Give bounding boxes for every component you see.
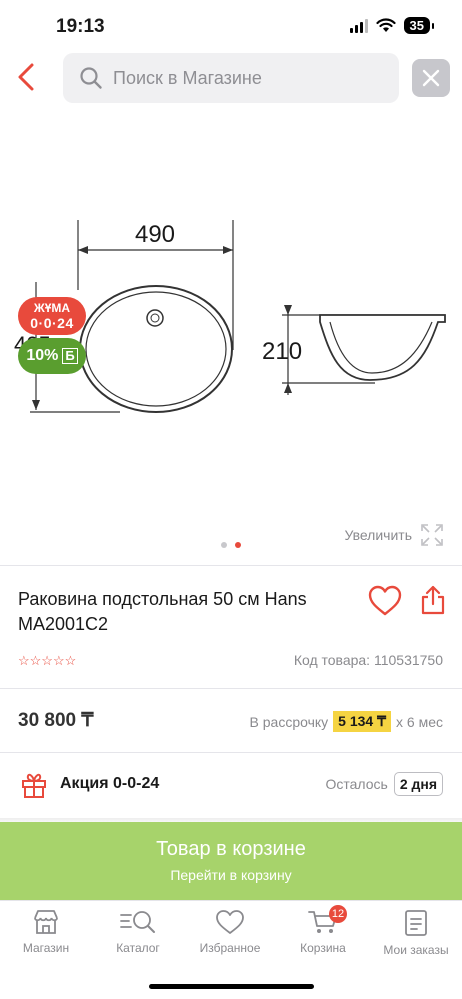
heart-icon [368, 585, 402, 616]
dimension-height-label: 210 [262, 338, 302, 365]
installment-amount: 5 134 ₸ [333, 711, 392, 732]
remaining-prefix: Осталось [325, 776, 388, 792]
divider [0, 688, 462, 689]
divider [0, 565, 462, 566]
tab-orders-label: Мои заказы [383, 943, 449, 957]
rating-stars-text: ☆☆☆☆☆ [18, 653, 77, 668]
back-button[interactable] [12, 59, 42, 95]
heart-icon [216, 910, 244, 934]
search-icon [80, 67, 102, 89]
tab-orders[interactable]: Мои заказы [370, 909, 462, 957]
pagination-dot[interactable] [221, 542, 227, 548]
tab-cart[interactable]: 12 Корзина [277, 905, 369, 955]
catalog-search-icon [120, 911, 155, 933]
dimension-width-label: 490 [135, 221, 175, 248]
tab-cart-label: Корзина [300, 941, 346, 955]
installment-info[interactable]: В рассрочку 5 134 ₸ х 6 мес [250, 711, 443, 732]
home-indicator [149, 984, 314, 989]
juma-badge-line2: 0·0·24 [30, 315, 74, 331]
tab-catalog-label: Каталог [116, 941, 160, 955]
cellular-signal-icon [349, 18, 368, 33]
zoom-label: Увеличить [344, 527, 412, 543]
clear-search-button[interactable] [412, 59, 450, 97]
cart-button-subtitle: Перейти в корзину [170, 867, 292, 883]
remaining-days: 2 дня [393, 772, 443, 796]
share-button[interactable] [420, 584, 446, 616]
tab-favorites[interactable]: Избранное [184, 909, 276, 955]
close-icon [422, 69, 440, 87]
tab-shop-label: Магазин [22, 941, 70, 955]
rating-stars[interactable]: ☆☆☆☆☆ [18, 653, 76, 669]
chevron-left-icon [18, 63, 34, 91]
bonus-currency-icon: Б [62, 347, 78, 365]
promo-label[interactable]: Акция 0-0-24 [60, 775, 159, 793]
promo-remaining: Осталось 2 дня [325, 772, 443, 796]
cart-count-badge: 12 [329, 905, 347, 923]
product-code: Код товара: 110531750 [293, 652, 443, 668]
product-price: 30 800 ₸ [18, 710, 94, 731]
divider [0, 752, 462, 753]
favorite-button[interactable] [368, 585, 402, 617]
status-bar: 19:13 35 [0, 0, 462, 52]
product-technical-drawing: 490 405 210 [14, 220, 446, 413]
go-to-cart-button[interactable]: Товар в корзине Перейти в корзину [0, 822, 462, 900]
wifi-icon [375, 18, 396, 32]
discount-value: 10% [26, 347, 59, 364]
installment-suffix: х 6 мес [396, 713, 443, 730]
orders-icon [405, 910, 427, 936]
status-time: 19:13 [56, 16, 105, 37]
gallery-pagination [221, 542, 241, 548]
installment-prefix: В рассрочку [249, 713, 329, 730]
juma-badge-line1: ЖҰМА [33, 301, 71, 315]
search-row [0, 53, 462, 103]
store-icon [34, 910, 58, 934]
share-icon [421, 585, 445, 615]
cart-button-title: Товар в корзине [156, 838, 306, 860]
gift-icon [20, 771, 48, 799]
battery-indicator: 35 [403, 17, 435, 34]
search-input[interactable] [113, 67, 373, 89]
status-icons: 35 [349, 17, 435, 34]
expand-icon [421, 524, 443, 546]
tab-catalog[interactable]: Каталог [92, 909, 184, 955]
discount-badge: 10% Б [18, 338, 86, 374]
tab-favorites-label: Избранное [199, 941, 261, 955]
product-title: Раковина подстольная 50 см Hans MA2001C2 [18, 589, 307, 634]
zoom-button[interactable]: Увеличить [344, 523, 444, 547]
juma-promo-badge: ЖҰМА 0·0·24 [18, 297, 86, 335]
pagination-dot-active[interactable] [235, 542, 241, 548]
search-box[interactable] [63, 53, 399, 103]
tab-shop[interactable]: Магазин [0, 909, 92, 955]
